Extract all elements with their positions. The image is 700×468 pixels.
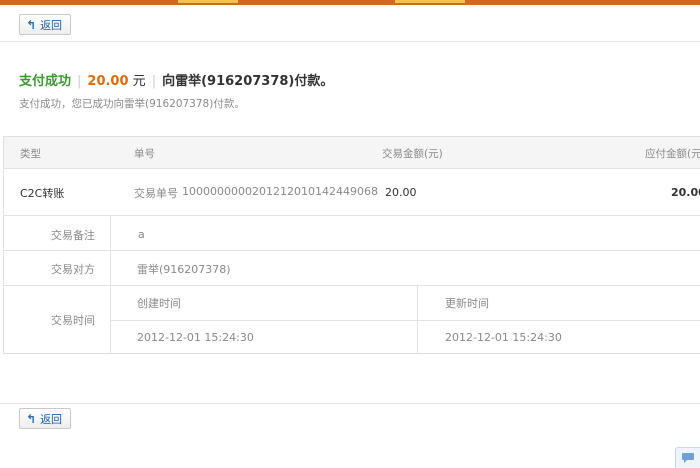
created-time-value: 2012-12-01 15:24:30 xyxy=(137,331,254,344)
row-divider xyxy=(4,215,700,216)
header-type: 类型 xyxy=(20,148,41,160)
header-order-no: 单号 xyxy=(134,148,155,160)
divider xyxy=(0,41,700,42)
banner-decoration xyxy=(395,0,465,3)
chat-bubble-icon[interactable] xyxy=(675,447,700,468)
table-header-row xyxy=(4,137,700,169)
header-payable-amount: 应付金额(元 xyxy=(645,148,700,160)
order-no-label: 交易单号 xyxy=(134,187,178,200)
payment-status: 支付成功 xyxy=(19,74,72,89)
updated-time-label: 更新时间 xyxy=(445,297,489,310)
order-no-value: 10000000002012120101424490​68 xyxy=(182,185,378,198)
back-button-label: 返回 xyxy=(40,18,63,32)
payment-message: 向雷举(916207378)付款。 xyxy=(162,74,334,89)
payable-amount-value: 20.00 xyxy=(671,186,700,199)
amount-unit: 元 xyxy=(132,74,146,89)
updated-time-value: 2012-12-01 15:24:30 xyxy=(445,331,562,344)
transaction-table: 类型 单号 交易金额(元) 应付金额(元 C2C转账 交易单号 10000000… xyxy=(3,136,700,354)
top-banner-strip xyxy=(0,0,700,5)
column-divider xyxy=(110,215,111,353)
counterparty-value: 雷举(916207378) xyxy=(137,263,231,276)
back-button-top[interactable]: ↰ 返回 xyxy=(19,14,72,35)
trade-time-label: 交易时间 xyxy=(51,314,95,327)
counterparty-label: 交易对方 xyxy=(51,263,95,276)
payment-result-headline: 支付成功 | 20.00 元 | 向雷举(916207378)付款。 xyxy=(19,70,333,89)
back-arrow-icon: ↰ xyxy=(26,411,37,426)
row-divider xyxy=(4,285,700,286)
divider xyxy=(0,403,700,404)
back-button-label: 返回 xyxy=(40,412,63,426)
separator: | xyxy=(77,74,82,89)
back-arrow-icon: ↰ xyxy=(26,17,37,32)
remark-value: a xyxy=(138,228,145,241)
separator: | xyxy=(151,74,157,89)
row-divider xyxy=(110,320,700,321)
row-divider xyxy=(4,250,700,251)
column-divider xyxy=(417,285,418,353)
payment-detail: 支付成功，您已成功向雷举(916207378)付款。 xyxy=(19,98,245,110)
remark-label: 交易备注 xyxy=(51,229,95,242)
trade-amount-value: 20.00 xyxy=(385,186,417,199)
banner-decoration xyxy=(178,0,238,3)
back-button-bottom[interactable]: ↰ 返回 xyxy=(19,408,72,429)
created-time-label: 创建时间 xyxy=(137,297,181,310)
payment-amount: 20.00 xyxy=(87,74,129,89)
row-type: C2C转账 xyxy=(20,187,65,200)
header-trade-amount: 交易金额(元) xyxy=(382,148,443,160)
